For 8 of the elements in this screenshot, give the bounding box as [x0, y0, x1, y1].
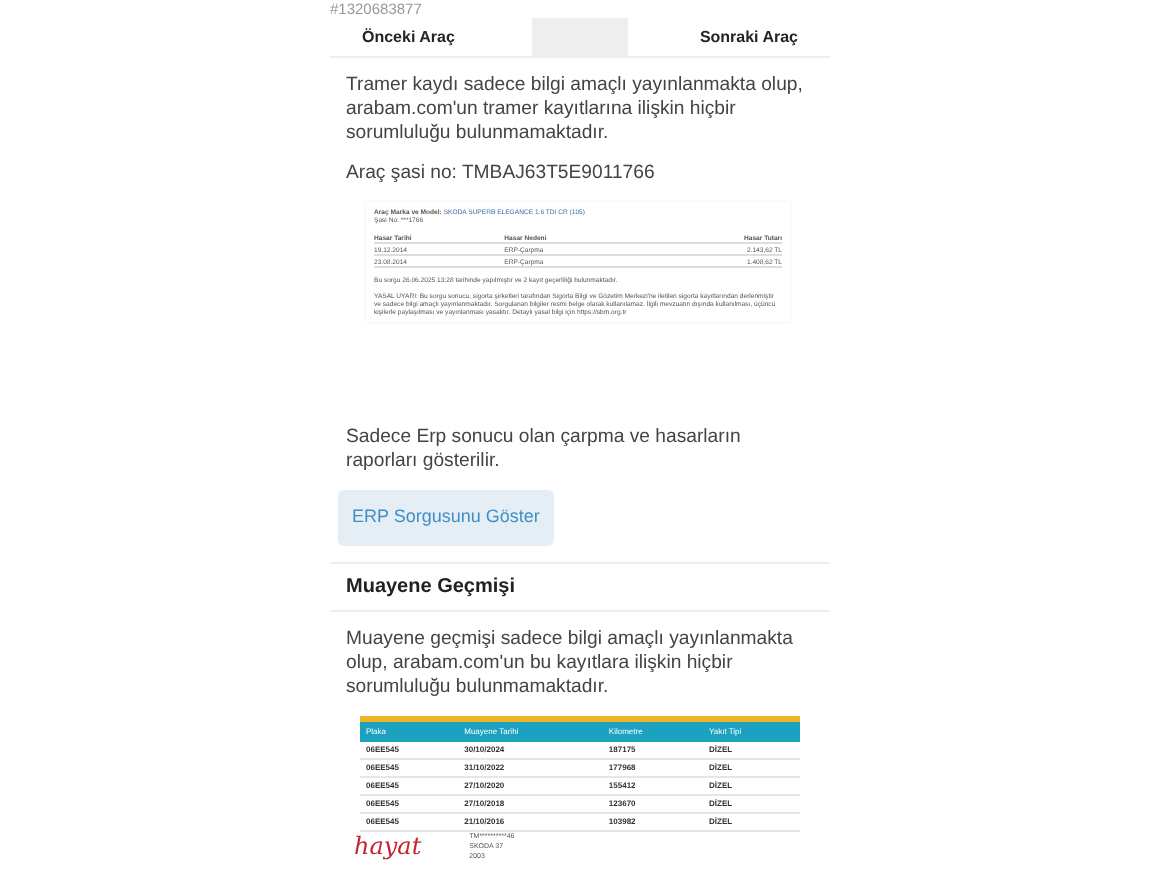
chassis-number: Araç şasi no: TMBAJ63T5E9011766	[344, 162, 657, 186]
section-title: Muayene Geçmişi	[344, 573, 517, 601]
nav-link[interactable]: Sonraki Araç	[699, 25, 798, 49]
notice-text: Muayene geçmişi sadece bilgi amaçlı yayınlanmakta olup, arabam.com'un bu kayıtlara ilişkin hiçbir sorumluluğu bulunmamaktadır.	[344, 627, 795, 699]
logo-text: hayat	[354, 832, 422, 860]
nav-link[interactable]: Önceki Araç	[362, 25, 455, 49]
erp-note: Sadece Erp sonucu olan çarpma ve hasarların raporları gösterilir.	[344, 426, 743, 474]
notice-text: Tramer kaydı sadece bilgi amaçlı yayınlanmakta olup, arabam.com'un tramer kayıtlarına ilişkin hiçbir sorumluluğu bulunmamaktadır.	[344, 74, 805, 146]
